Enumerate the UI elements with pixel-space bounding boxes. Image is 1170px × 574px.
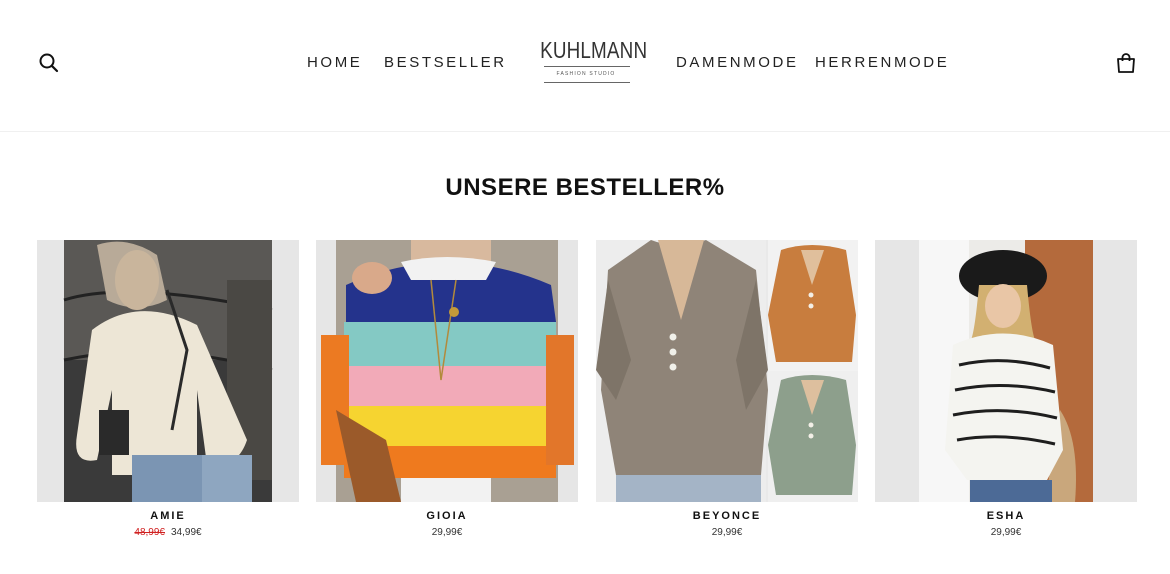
product-image[interactable] <box>37 240 299 502</box>
product-card-gioia[interactable]: GIOIA 29,99€ <box>316 240 578 560</box>
product-image[interactable] <box>316 240 578 502</box>
product-price: 29,99€ <box>431 527 463 538</box>
product-image[interactable] <box>875 240 1137 502</box>
product-price: 48,99€ 34,99€ <box>37 527 299 538</box>
sale-price: 34,99€ <box>171 527 202 538</box>
shopping-bag-icon[interactable] <box>1113 50 1139 76</box>
logo-divider <box>544 82 630 83</box>
product-name[interactable]: GIOIA <box>316 510 578 522</box>
nav-bestseller[interactable]: BESTSELLER <box>384 54 507 71</box>
section-title: UNSERE BESTELLER% <box>445 174 725 201</box>
logo-divider <box>544 66 630 67</box>
product-card-beyonce[interactable]: BEYONCE 29,99€ <box>596 240 858 560</box>
product-price: 29,99€ <box>990 527 1022 538</box>
search-icon[interactable] <box>36 50 62 76</box>
product-name[interactable]: AMIE <box>37 510 299 522</box>
product-name[interactable]: BEYONCE <box>596 510 858 522</box>
nav-home[interactable]: HOME <box>307 54 362 71</box>
product-card-amie[interactable]: AMIE 48,99€ 34,99€ <box>37 240 299 560</box>
brand-logo[interactable]: KUHLMANN FASHION STUDIO <box>530 36 648 88</box>
product-card-esha[interactable]: ESHA 29,99€ <box>875 240 1137 560</box>
original-price: 48,99€ <box>134 527 165 538</box>
product-name[interactable]: ESHA <box>875 510 1137 522</box>
nav-herrenmode[interactable]: HERRENMODE <box>815 54 949 71</box>
product-image[interactable] <box>596 240 858 502</box>
product-price: 29,99€ <box>711 527 743 538</box>
logo-tagline: FASHION STUDIO <box>556 71 616 77</box>
logo-name: KUHLMANN <box>540 37 648 63</box>
nav-damenmode[interactable]: DAMENMODE <box>676 54 799 71</box>
site-header: HOME BESTSELLER KUHLMANN FASHION STUDIO … <box>0 0 1170 132</box>
